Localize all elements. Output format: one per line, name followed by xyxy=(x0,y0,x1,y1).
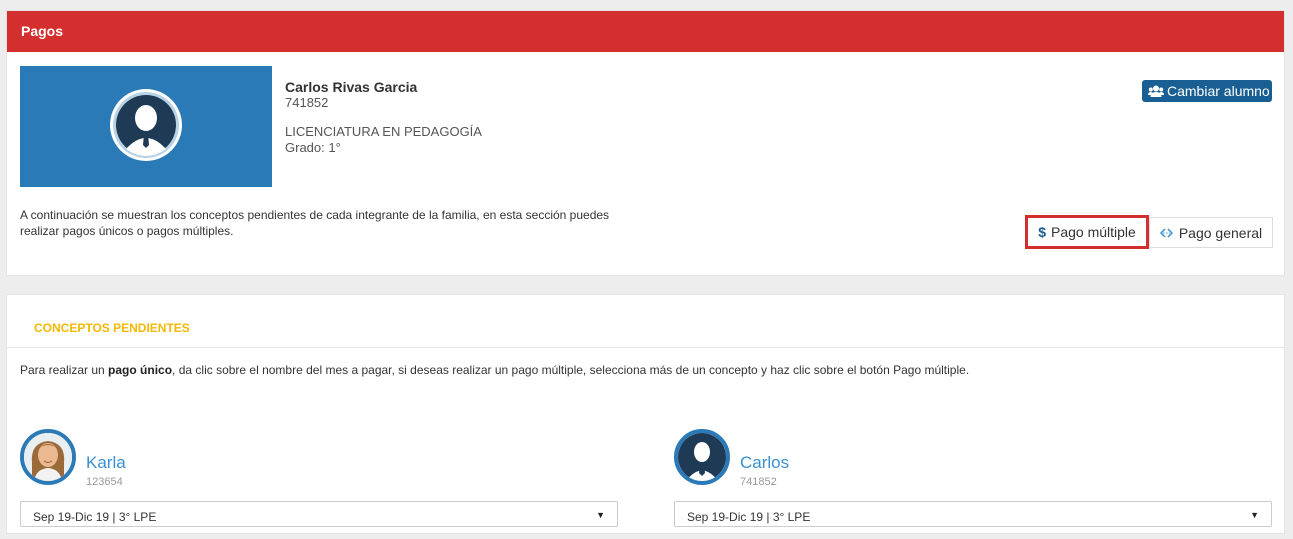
student-id: 741852 xyxy=(285,95,329,110)
period-select-value: Sep 19-Dic 19 | 3° LPE xyxy=(687,510,811,524)
period-select-value: Sep 19-Dic 19 | 3° LPE xyxy=(33,510,157,524)
exchange-icon xyxy=(1159,227,1173,238)
change-student-label: Cambiar alumno xyxy=(1167,83,1270,99)
avatar xyxy=(674,429,730,485)
family-member-carlos: Carlos 741852 Sep 19-Dic 19 | 3° LPE ▼ xyxy=(674,429,1274,539)
caret-down-icon: ▼ xyxy=(1250,510,1259,520)
general-payment-button[interactable]: Pago general xyxy=(1149,217,1273,248)
instructions-text: Para realizar un pago único, da clic sob… xyxy=(20,363,970,377)
family-member-karla: Karla 123654 Sep 19-Dic 19 | 3° LPE ▼ xyxy=(20,429,620,539)
user-photo-icon xyxy=(24,433,72,481)
period-select[interactable]: Sep 19-Dic 19 | 3° LPE ▼ xyxy=(674,501,1272,527)
dollar-icon: $ xyxy=(1038,224,1046,240)
member-id: 741852 xyxy=(740,476,777,488)
student-grade: Grado: 1° xyxy=(285,140,341,155)
multiple-payment-label: Pago múltiple xyxy=(1050,224,1136,240)
student-name: Carlos Rivas Garcia xyxy=(285,79,418,95)
multiple-payment-button[interactable]: $ Pago múltiple xyxy=(1025,215,1149,249)
member-name[interactable]: Karla xyxy=(86,453,126,473)
avatar xyxy=(20,429,76,485)
member-id: 123654 xyxy=(86,476,123,488)
family-description: A continuación se muestran los conceptos… xyxy=(20,208,610,238)
users-group-icon xyxy=(1148,85,1164,97)
student-career: LICENCIATURA EN PEDAGOGÍA xyxy=(285,124,482,139)
page-title: Pagos xyxy=(21,23,64,39)
user-silhouette-icon xyxy=(110,89,182,161)
divider xyxy=(7,347,1284,348)
pending-concepts-card: CONCEPTOS PENDIENTES Para realizar un pa… xyxy=(6,294,1285,534)
student-card: Pagos Carlos Rivas Garcia 741852 LICENCI… xyxy=(6,10,1285,276)
section-title: CONCEPTOS PENDIENTES xyxy=(34,321,190,335)
student-photo xyxy=(20,66,272,187)
page-header: Pagos xyxy=(7,11,1284,52)
member-name[interactable]: Carlos xyxy=(740,453,789,473)
period-select[interactable]: Sep 19-Dic 19 | 3° LPE ▼ xyxy=(20,501,618,527)
user-silhouette-icon xyxy=(678,433,726,481)
caret-down-icon: ▼ xyxy=(596,510,605,520)
change-student-button[interactable]: Cambiar alumno xyxy=(1142,80,1272,102)
general-payment-label: Pago general xyxy=(1178,224,1263,241)
